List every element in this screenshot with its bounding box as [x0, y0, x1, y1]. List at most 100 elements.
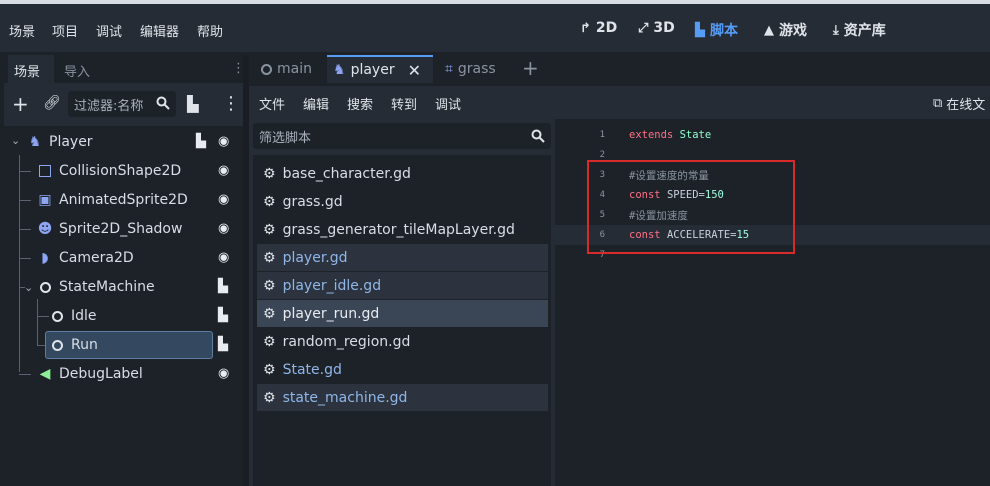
menu-scene[interactable]: 场景 [9, 21, 35, 40]
tab-scene[interactable]: 场景 [14, 61, 40, 80]
script-icon[interactable]: ▙ [218, 279, 228, 294]
tab-label: main [277, 61, 312, 77]
menu-help[interactable]: 帮助 [197, 21, 223, 40]
script-item-base-character[interactable]: ⚙ base_character.gd [257, 160, 548, 187]
tree-node-collisionshape2d[interactable]: CollisionShape2D [38, 158, 181, 184]
tab-grass[interactable]: ⌗ grass [439, 55, 502, 83]
collapse-arrow-icon[interactable]: ⌄ [24, 281, 33, 294]
tree-guide-line [37, 299, 38, 346]
gear-icon: ⚙ [263, 305, 276, 322]
script-tab-bar: main ♞ player ✕ ⌗ grass + [249, 55, 990, 83]
script-item-state-machine[interactable]: ⚙ state_machine.gd [257, 384, 548, 411]
visibility-eye-icon[interactable]: ◉ [218, 221, 229, 236]
animated-sprite-icon: ▣ [38, 192, 52, 208]
visibility-eye-icon[interactable]: ◉ [218, 250, 229, 265]
tree-node-label: Camera2D [59, 250, 134, 266]
tree-node-label: Run [71, 337, 98, 353]
workspace-2d-label: 2D [595, 20, 618, 36]
visibility-eye-icon[interactable]: ◉ [218, 192, 229, 207]
tree-node-player[interactable]: ♞ Player [28, 129, 93, 155]
script-item-grass[interactable]: ⚙ grass.gd [257, 188, 548, 215]
close-icon[interactable]: ✕ [408, 61, 421, 80]
tilemap-icon: ⌗ [445, 61, 453, 77]
tree-node-label: Idle [71, 308, 97, 324]
tree-guide-line [19, 155, 20, 372]
tree-node-run[interactable]: Run [50, 332, 98, 358]
script-item-state[interactable]: ⚙ State.gd [257, 356, 548, 383]
search-icon [531, 129, 545, 143]
online-docs-button[interactable]: ⧉ 在线文 [933, 94, 985, 113]
line-number: 1 [599, 130, 605, 140]
script-item-random-region[interactable]: ⚙ random_region.gd [257, 328, 548, 355]
workspace-2d-button[interactable]: ↱ 2D [580, 20, 617, 36]
menu-file[interactable]: 文件 [259, 94, 285, 113]
script-filter-input[interactable]: 筛选脚本 [253, 123, 551, 149]
tree-node-debuglabel[interactable]: ◀︎ DebugLabel [38, 361, 143, 387]
main-menu-bar: 场景 项目 调试 编辑器 帮助 ↱ 2D ⤢ 3D ▙ 脚本 ▲ 游戏 ⤓ 资产… [0, 4, 990, 52]
tree-guide-line [37, 316, 49, 317]
menu-search[interactable]: 搜索 [347, 94, 373, 113]
script-icon[interactable]: ▙ [218, 337, 228, 352]
menu-editor[interactable]: 编辑器 [140, 21, 179, 40]
menu-debug-script[interactable]: 调试 [435, 94, 461, 113]
tab-label: player [350, 62, 395, 78]
tree-guide-line [19, 258, 31, 259]
menu-project[interactable]: 项目 [52, 21, 78, 40]
link-icon[interactable]: 🔗︎ [43, 95, 61, 111]
collapse-arrow-icon[interactable]: ⌄ [11, 134, 20, 147]
more-options-icon[interactable]: ⋮ [222, 93, 240, 114]
add-node-icon[interactable]: + [12, 92, 29, 116]
add-tab-icon[interactable]: + [522, 56, 539, 80]
tree-node-label: CollisionShape2D [59, 163, 182, 179]
tab-main[interactable]: main [255, 55, 318, 83]
tree-node-label: DebugLabel [59, 366, 143, 382]
script-item-player[interactable]: ⚙ player.gd [257, 244, 548, 271]
visibility-eye-icon[interactable]: ◉ [218, 163, 229, 178]
gear-icon: ⚙ [263, 249, 276, 266]
script-item-player-run[interactable]: ⚙ player_run.gd [257, 300, 548, 327]
workspace-3d-button[interactable]: ⤢ 3D [638, 20, 675, 36]
tree-guide-line [19, 200, 31, 201]
tree-node-sprite2d-shadow[interactable]: ☻ Sprite2D_Shadow [37, 216, 183, 242]
3d-icon: ⤢ [638, 20, 649, 36]
tab-import[interactable]: 导入 [64, 61, 90, 80]
tab-player[interactable]: ♞ player ✕ [327, 55, 433, 83]
script-item-label: grass.gd [282, 193, 343, 210]
asset-library-icon: ⤓ [833, 22, 839, 38]
tree-node-label: Player [49, 134, 93, 150]
node-icon [261, 63, 272, 75]
tree-node-label: StateMachine [59, 279, 155, 295]
tree-node-statemachine[interactable]: StateMachine [38, 274, 155, 300]
tree-node-label: Sprite2D_Shadow [59, 221, 183, 237]
tree-node-idle[interactable]: Idle [50, 303, 97, 329]
gear-icon: ⚙ [263, 277, 276, 294]
workspace-asset-library-button[interactable]: ⤓ 资产库 [833, 20, 886, 40]
tree-guide-line [19, 374, 31, 375]
menu-edit[interactable]: 编辑 [303, 94, 329, 113]
workspace-script-button[interactable]: ▙ 脚本 [695, 20, 738, 40]
script-icon[interactable]: ▙ [218, 308, 228, 323]
tree-node-camera2d[interactable]: ◗ Camera2D [38, 245, 134, 271]
visibility-eye-icon[interactable]: ◉ [218, 366, 229, 381]
script-menu-bar: 文件 编辑 搜索 转到 调试 ⧉ 在线文 [249, 86, 990, 119]
tree-node-animatedsprite2d[interactable]: ▣ AnimatedSprite2D [38, 187, 187, 213]
script-icon[interactable]: ▙ [196, 134, 206, 149]
code-line[interactable]: 1 extends State [555, 125, 990, 145]
script-item-player-idle[interactable]: ⚙ player_idle.gd [257, 272, 548, 299]
node-icon [50, 338, 64, 352]
gear-icon: ⚙ [263, 193, 276, 210]
external-link-icon: ⧉ [933, 96, 943, 111]
class-name: State [679, 129, 712, 141]
detach-script-icon[interactable]: ▙ [187, 95, 199, 113]
script-item-grass-generator[interactable]: ⚙ grass_generator_tileMapLayer.gd [257, 216, 548, 243]
line-number: 2 [599, 150, 605, 160]
script-item-label: player.gd [282, 249, 348, 266]
sprite-icon: ☻ [37, 221, 53, 237]
menu-goto[interactable]: 转到 [391, 94, 417, 113]
collision-shape-icon [38, 164, 52, 178]
visibility-eye-icon[interactable]: ◉ [218, 134, 229, 149]
gear-icon: ⚙ [263, 165, 276, 182]
workspace-game-button[interactable]: ▲ 游戏 [764, 20, 807, 40]
online-docs-label: 在线文 [946, 98, 986, 113]
menu-debug[interactable]: 调试 [96, 21, 122, 40]
